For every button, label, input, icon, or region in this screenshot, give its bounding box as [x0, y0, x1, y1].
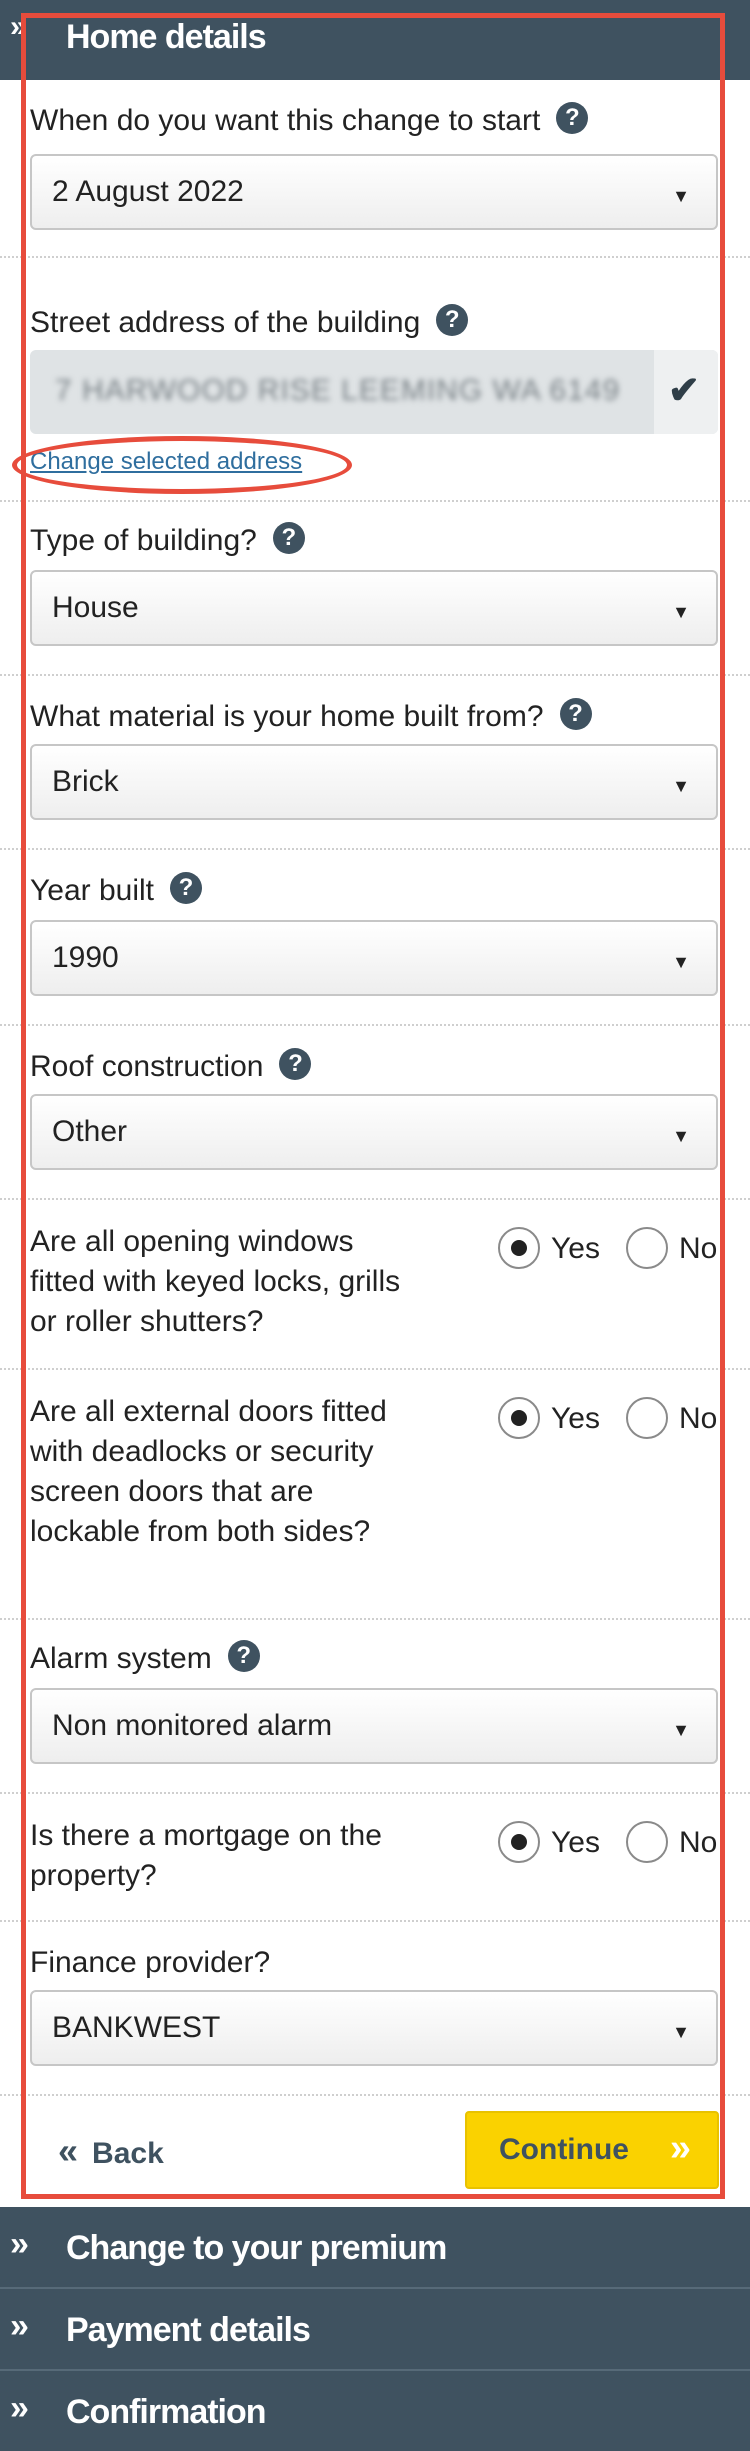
- help-icon[interactable]: ?: [227, 1640, 260, 1673]
- mortgage-yes-label: Yes: [551, 1826, 600, 1859]
- year-built-label: Year built?: [30, 872, 202, 908]
- help-icon[interactable]: ?: [556, 102, 589, 135]
- roof-label: Roof construction?: [30, 1048, 312, 1084]
- doors-no-radio[interactable]: [626, 1397, 668, 1439]
- windows-no-label: No: [679, 1232, 718, 1265]
- help-icon[interactable]: ?: [279, 1048, 312, 1081]
- chevron-right-icon: »: [10, 2389, 29, 2427]
- help-icon[interactable]: ?: [169, 872, 202, 905]
- doors-yes-label: Yes: [551, 1402, 600, 1435]
- mortgage-no-radio[interactable]: [626, 1821, 668, 1863]
- mortgage-question: Is there a mortgage on the property?: [30, 1819, 382, 1892]
- highlight-annotation-oval: [12, 436, 352, 494]
- divider: [0, 500, 750, 502]
- double-chevron-right-icon: »: [669, 2127, 691, 2169]
- section-title: Home details: [66, 18, 267, 56]
- help-icon[interactable]: ?: [559, 698, 592, 731]
- divider: [0, 2094, 750, 2096]
- doors-yes-radio[interactable]: [498, 1397, 540, 1439]
- chevron-right-icon: »: [10, 2307, 29, 2345]
- section-change-to-premium[interactable]: » Change to your premium: [0, 2207, 750, 2287]
- alarm-label: Alarm system?: [30, 1640, 260, 1676]
- windows-yes-radio[interactable]: [498, 1227, 540, 1269]
- caret-down-icon: ▼: [672, 952, 690, 972]
- divider: [0, 1618, 750, 1620]
- divider: [0, 1024, 750, 1026]
- finance-select[interactable]: BANKWEST ▼: [30, 1990, 718, 2066]
- year-built-select[interactable]: 1990 ▼: [30, 920, 718, 996]
- divider: [0, 256, 750, 258]
- finance-label: Finance provider?: [30, 1946, 271, 1979]
- section-payment-details[interactable]: » Payment details: [0, 2289, 750, 2369]
- help-icon[interactable]: ?: [272, 522, 305, 555]
- material-label: What material is your home built from??: [30, 698, 592, 734]
- address-label: Street address of the building?: [30, 304, 469, 340]
- alarm-select[interactable]: Non monitored alarm ▼: [30, 1688, 718, 1764]
- material-select[interactable]: Brick ▼: [30, 744, 718, 820]
- divider: [0, 848, 750, 850]
- doors-no-label: No: [679, 1402, 718, 1435]
- continue-button[interactable]: Continue »: [465, 2111, 719, 2189]
- mortgage-yes-radio[interactable]: [498, 1821, 540, 1863]
- double-chevron-left-icon: «: [58, 2130, 79, 2171]
- windows-no-radio[interactable]: [626, 1227, 668, 1269]
- chevron-down-icon: »: [10, 10, 27, 43]
- address-confirmed: ✔: [654, 350, 718, 434]
- windows-question: Are all opening windows fitted with keye…: [30, 1225, 401, 1338]
- divider: [0, 1920, 750, 1922]
- section-confirmation[interactable]: » Confirmation: [0, 2371, 750, 2451]
- help-icon[interactable]: ?: [436, 304, 469, 337]
- divider: [0, 674, 750, 676]
- caret-down-icon: ▼: [672, 186, 690, 206]
- start-date-select[interactable]: 2 August 2022 ▼: [30, 154, 718, 230]
- windows-yes-label: Yes: [551, 1232, 600, 1265]
- caret-down-icon: ▼: [672, 602, 690, 622]
- divider: [0, 1368, 750, 1370]
- mortgage-no-label: No: [679, 1826, 718, 1859]
- divider: [0, 1198, 750, 1200]
- caret-down-icon: ▼: [672, 1126, 690, 1146]
- home-details-header[interactable]: » Home details: [0, 0, 750, 80]
- caret-down-icon: ▼: [672, 776, 690, 796]
- caret-down-icon: ▼: [672, 2022, 690, 2042]
- building-type-label: Type of building??: [30, 522, 305, 558]
- building-type-select[interactable]: House ▼: [30, 570, 718, 646]
- chevron-right-icon: »: [10, 2225, 29, 2263]
- caret-down-icon: ▼: [672, 1720, 690, 1740]
- checkmark-icon: ✔: [668, 370, 700, 412]
- start-date-label: When do you want this change to start?: [30, 102, 589, 138]
- roof-select[interactable]: Other ▼: [30, 1094, 718, 1170]
- back-button[interactable]: «Back: [58, 2130, 164, 2172]
- divider: [0, 1792, 750, 1794]
- doors-question: Are all external doors fitted with deadl…: [30, 1395, 387, 1548]
- address-field[interactable]: 7 HARWOOD RISE LEEMING WA 6149 ✔: [30, 350, 718, 434]
